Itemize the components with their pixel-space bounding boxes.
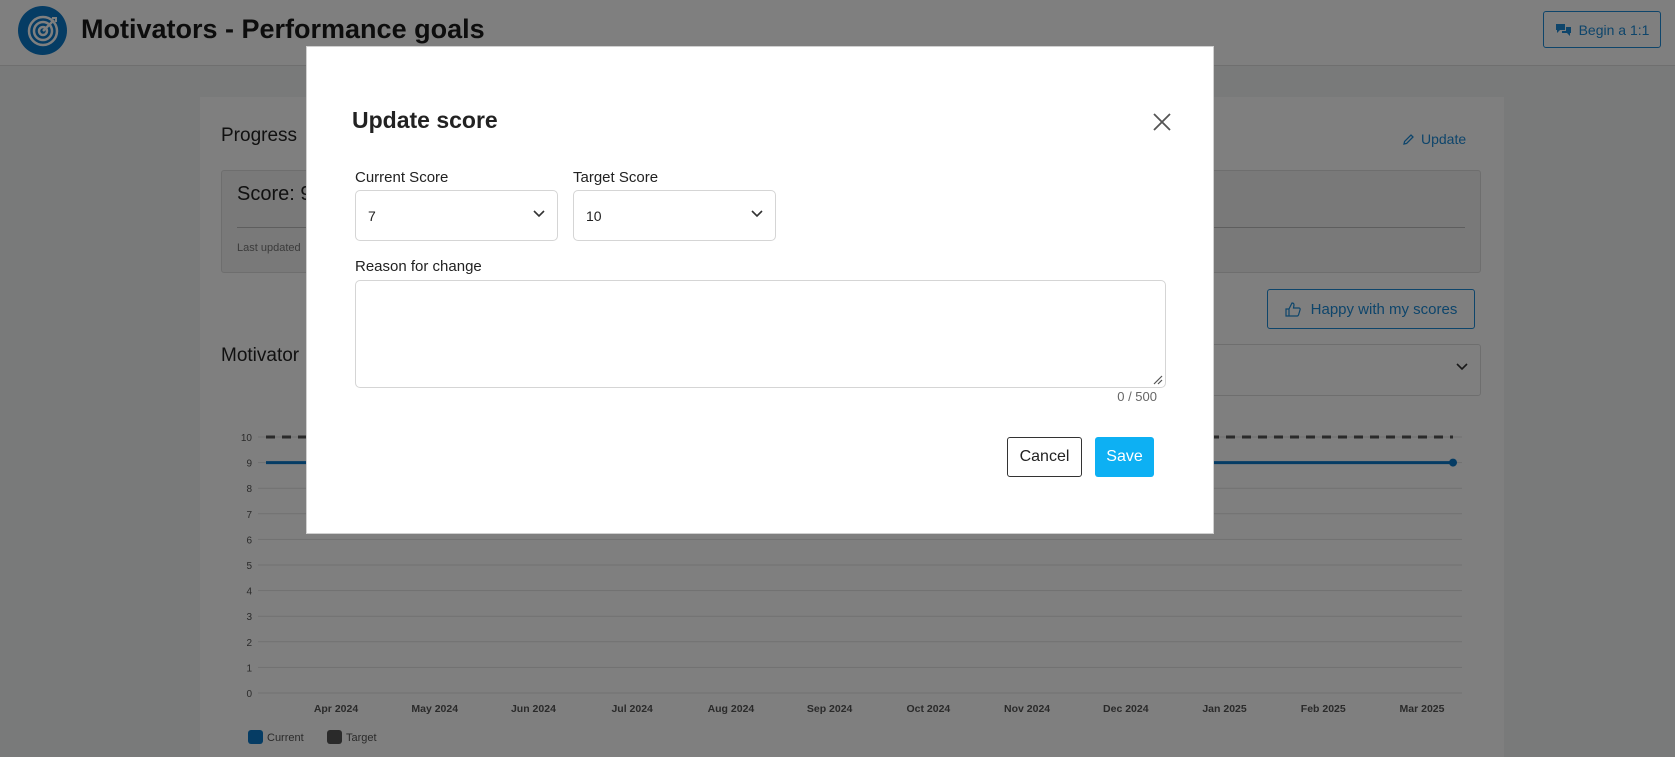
reason-label: Reason for change — [355, 258, 482, 275]
chevron-down-icon — [533, 210, 545, 218]
target-score-label: Target Score — [573, 169, 659, 186]
current-score-select[interactable]: 7 — [355, 190, 558, 241]
close-icon — [1153, 113, 1171, 131]
resize-handle-icon[interactable] — [1153, 375, 1163, 385]
save-button[interactable]: Save — [1095, 437, 1154, 477]
update-score-modal: Update score Current Score 7 Target Scor… — [306, 46, 1214, 534]
character-counter: 0 / 500 — [1117, 389, 1157, 404]
current-score-value: 7 — [368, 208, 376, 224]
current-score-label: Current Score — [355, 169, 449, 186]
modal-title: Update score — [352, 107, 498, 133]
close-button[interactable] — [1149, 109, 1175, 135]
target-score-select[interactable]: 10 — [573, 190, 776, 241]
chevron-down-icon — [751, 210, 763, 218]
reason-textarea[interactable] — [355, 280, 1166, 388]
target-score-value: 10 — [586, 208, 602, 224]
cancel-button[interactable]: Cancel — [1007, 437, 1082, 477]
